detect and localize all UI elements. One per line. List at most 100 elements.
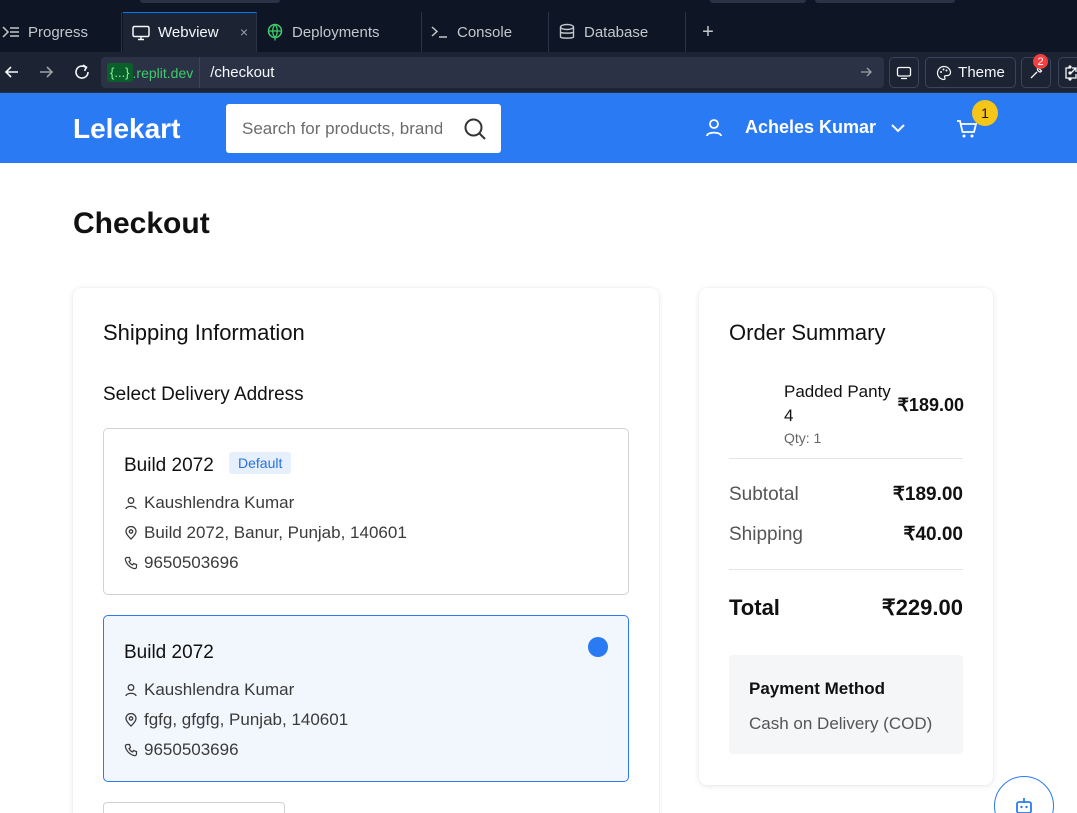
user-icon [125,684,137,697]
domain-braces: {...} [107,63,133,82]
select-address-label: Select Delivery Address [103,384,304,405]
address-text: Build 2072, Banur, Punjab, 140601 [144,523,407,542]
total-value: ₹229.00 [881,595,963,620]
divider [729,569,963,570]
domain-suffix: .replit.dev [132,64,194,81]
user-name: Acheles Kumar [745,117,877,137]
address-phone-line: 9650503696 [124,553,239,573]
chatbot-button[interactable] [994,776,1054,813]
payment-method-value: Cash on Delivery (COD) [749,714,933,733]
order-summary-card: Order Summary Padded Panty 4 Qty: 1 ₹189… [699,288,993,785]
url-field[interactable]: {...} .replit.dev /checkout [101,57,884,88]
webview-url-bar: {...} .replit.dev /checkout Theme 2 [0,52,1077,93]
address-title: Build 2072 [124,642,214,663]
site-header: Lelekart Acheles Kumar 1 [0,93,1077,163]
theme-label: Theme [958,64,1005,81]
total-label: Total [729,595,780,620]
address-name-line: Kaushlendra Kumar [124,493,294,513]
payment-method-box: Payment Method Cash on Delivery (COD) [729,655,963,754]
devtools-button[interactable]: 2 [1021,54,1051,88]
order-summary-heading: Order Summary [729,320,886,345]
subtotal-label: Subtotal [729,483,799,505]
progress-icon [2,26,19,38]
recipient-name: Kaushlendra Kumar [144,680,295,699]
tab-database[interactable]: Database [550,12,686,52]
tab-label: Progress [28,23,89,41]
site-logo[interactable]: Lelekart [73,113,180,145]
phone-icon [124,743,138,757]
address-text: fgfg, gfgfg, Punjab, 140601 [144,710,349,729]
reload-button[interactable] [72,62,92,82]
add-address-button[interactable] [103,802,285,813]
item-price: ₹189.00 [897,395,964,415]
tab-webview[interactable]: Webview × [123,12,257,52]
more-icon[interactable] [1068,65,1072,86]
shipping-value: ₹40.00 [903,524,963,545]
theme-button[interactable]: Theme [925,57,1016,88]
map-pin-icon [125,713,137,727]
tab-label: Console [457,23,513,41]
go-arrow-icon[interactable] [860,65,884,81]
tab-deployments[interactable]: Deployments [258,12,422,52]
globe-icon [267,23,283,41]
address-location-line: Build 2072, Banur, Punjab, 140601 [124,523,407,543]
subtotal-row: Subtotal ₹189.00 [729,483,963,506]
add-tab-button[interactable]: + [696,12,720,52]
address-location-line: fgfg, gfgfg, Punjab, 140601 [124,710,348,730]
total-row: Total ₹229.00 [729,595,963,621]
tab-progress[interactable]: Progress [0,12,122,52]
arrow-right-icon [40,66,54,78]
payment-method-heading: Payment Method [749,679,886,698]
address-name-line: Kaushlendra Kumar [124,680,294,700]
address-title: Build 2072 [124,455,214,476]
search-input[interactable] [242,117,442,141]
top-strip-pill [815,0,955,3]
address-card[interactable]: Build 2072 Default Kaushlendra Kumar Bui… [103,428,629,595]
user-icon [125,497,137,510]
phone-icon [124,556,138,570]
tab-label: Database [584,23,649,41]
shipping-card: Shipping Information Select Delivery Add… [73,288,659,813]
monitor-icon [132,25,150,40]
shipping-row: Shipping ₹40.00 [729,523,963,546]
arrow-left-icon [4,66,18,78]
forward-button[interactable] [36,62,56,82]
database-icon [559,23,575,39]
search-icon[interactable] [463,117,487,146]
tab-label: Webview [158,24,219,41]
divider [729,458,963,459]
map-pin-icon [125,526,137,540]
cart-button[interactable] [956,119,978,144]
device-icon [896,66,912,79]
order-item: Padded Panty 4 Qty: 1 ₹189.00 [784,380,964,446]
devices-button[interactable] [889,57,919,88]
cart-count-badge: 1 [972,100,998,126]
default-badge: Default [229,452,292,474]
subtotal-value: ₹189.00 [892,484,963,505]
close-icon[interactable]: × [240,24,248,40]
item-name-line: 4 [784,406,794,425]
robot-icon [1016,798,1032,813]
item-name: Padded Panty 4 [784,380,896,428]
user-menu[interactable]: Acheles Kumar [705,117,906,138]
address-phone-line: 9650503696 [124,740,239,760]
phone-number: 9650503696 [144,740,239,759]
ide-tab-bar: Progress Webview × Deployments Console D… [0,0,1077,52]
selected-radio[interactable] [588,637,608,657]
phone-number: 9650503696 [144,553,239,572]
item-quantity: Qty: 1 [784,430,822,446]
user-icon [706,118,722,136]
dev-domain[interactable]: {...} .replit.dev [101,57,201,88]
recipient-name: Kaushlendra Kumar [144,493,295,512]
url-path[interactable]: /checkout [200,64,860,81]
address-card-selected[interactable]: Build 2072 Kaushlendra Kumar fgfg, gfgfg… [103,615,629,782]
chevron-down-icon [891,123,905,132]
shipping-label: Shipping [729,523,803,545]
search-box [226,104,501,153]
back-button[interactable] [2,62,22,82]
notification-badge: 2 [1033,54,1048,69]
reload-icon [75,64,89,79]
palette-icon [937,65,952,80]
tab-console[interactable]: Console [423,12,549,52]
top-strip-pill [710,0,806,3]
